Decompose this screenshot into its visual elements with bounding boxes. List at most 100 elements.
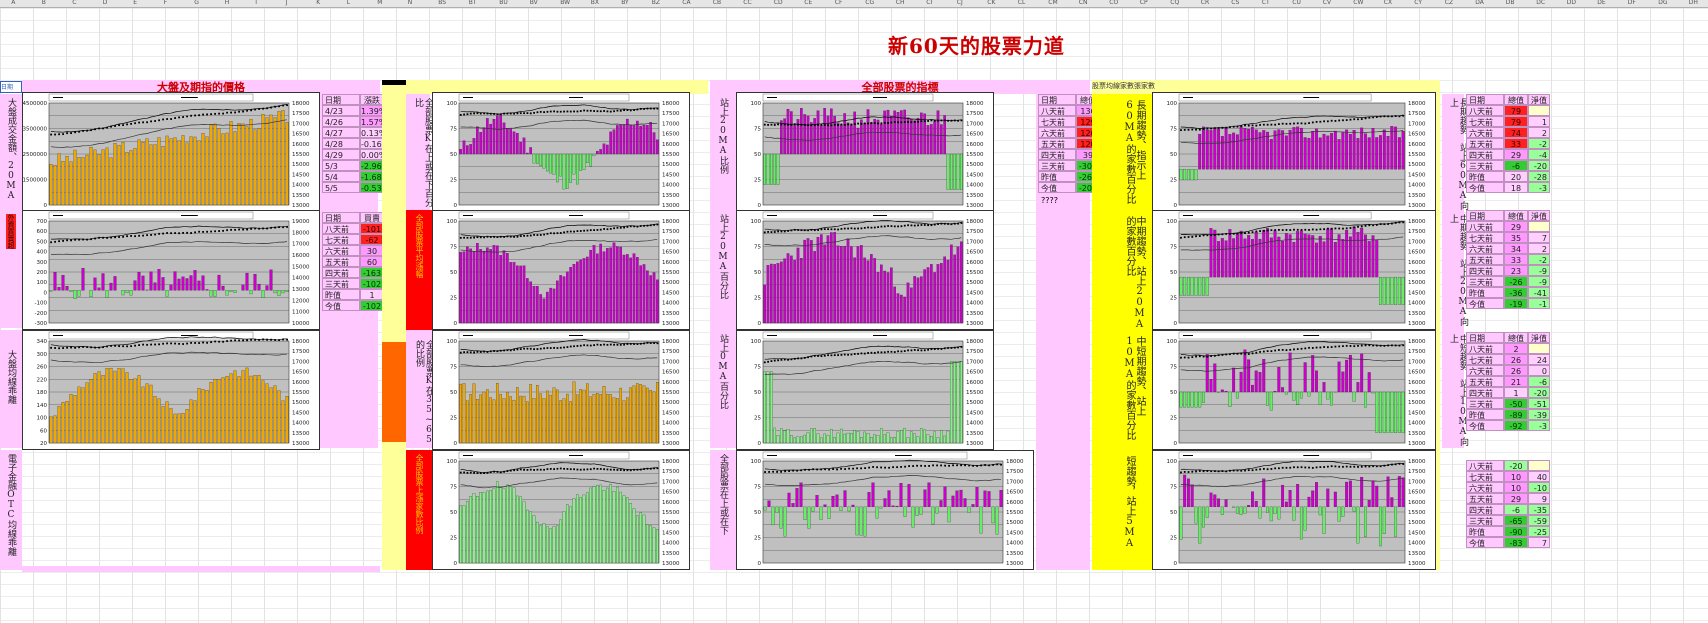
column-header[interactable]: J	[286, 0, 288, 6]
bar	[526, 401, 529, 444]
column-header[interactable]: CS	[1231, 0, 1239, 6]
bar	[1258, 238, 1262, 278]
column-header[interactable]: E	[133, 0, 137, 6]
column-header[interactable]: M	[377, 0, 382, 6]
price-dot	[619, 343, 622, 346]
column-header[interactable]: DE	[1597, 0, 1605, 6]
column-header[interactable]: CP	[1140, 0, 1148, 6]
column-header[interactable]: CX	[1384, 0, 1392, 6]
price-dot	[536, 468, 539, 471]
column-header[interactable]: I	[255, 0, 257, 6]
table-row: 四天前 23 -9	[1466, 265, 1550, 276]
column-header[interactable]: CO	[1109, 0, 1118, 6]
column-header[interactable]: CN	[1079, 0, 1088, 6]
column-header[interactable]: CU	[1292, 0, 1301, 6]
bar	[129, 379, 133, 444]
column-header[interactable]: CW	[1353, 0, 1363, 6]
column-header[interactable]: BW	[560, 0, 570, 6]
column-header[interactable]: CY	[1414, 0, 1422, 6]
price-dot	[1183, 236, 1186, 239]
bar	[1345, 230, 1349, 278]
column-header[interactable]: CT	[1262, 0, 1270, 6]
chart-all-adv[interactable]: 18000 17500 17000 16500 16000 15500 15000 14500…	[432, 210, 690, 330]
column-header[interactable]: L	[347, 0, 350, 6]
column-header[interactable]: DG	[1658, 0, 1667, 6]
column-header[interactable]: CM	[1048, 0, 1057, 6]
price-dot	[190, 232, 192, 234]
chart-p4-1[interactable]: 18000 17500 17000 16500 16000 15500 15000 14500…	[1152, 92, 1436, 212]
bar	[639, 384, 642, 444]
column-header[interactable]: F	[164, 0, 167, 6]
active-cell[interactable]: 日期	[0, 81, 22, 93]
bar	[1348, 236, 1352, 278]
panel2-side-3: 全部股票K在35~65的比例	[406, 330, 434, 448]
column-header[interactable]: CJ	[957, 0, 963, 6]
column-header[interactable]: CC	[743, 0, 751, 6]
chart-bias[interactable]: 18000 17500 17000 16500 16000 15500 15000 14500…	[22, 330, 320, 450]
column-header[interactable]: CE	[804, 0, 812, 6]
price-dot	[603, 228, 605, 230]
column-header[interactable]: CD	[774, 0, 783, 6]
column-header[interactable]: BT	[469, 0, 477, 6]
bar	[900, 294, 903, 324]
column-header[interactable]: H	[225, 0, 230, 6]
column-header[interactable]: DD	[1567, 0, 1576, 6]
column-header[interactable]: CG	[865, 0, 874, 6]
chart-p3-3[interactable]: 18000 17500 17000 16500 16000 15500 15000 14500…	[736, 330, 994, 450]
chart-foreign-net[interactable]: 19000 18000 17000 16000 15000 14000 13000 12000…	[22, 210, 320, 330]
price-dot	[863, 226, 866, 229]
column-header[interactable]: CQ	[1170, 0, 1179, 6]
panel5-side-1: 長期趨勢、站上60MA向上	[1442, 94, 1468, 210]
chart-p4-4[interactable]: 18000 17500 17000 16500 16000 15500 15000 14500…	[1152, 450, 1436, 570]
table-row: 昨值 20 -28	[1466, 171, 1550, 182]
column-header[interactable]: BU	[499, 0, 508, 6]
column-header[interactable]: CR	[1201, 0, 1209, 6]
chart-p3-2[interactable]: 18000 17500 17000 16500 16000 15500 15000 14500…	[736, 210, 994, 330]
column-header[interactable]: A	[11, 0, 15, 6]
chart-p4-3[interactable]: 18000 17500 17000 16500 16000 15500 15000 14500…	[1152, 330, 1436, 450]
column-header[interactable]: CI	[926, 0, 932, 6]
column-header[interactable]: DC	[1536, 0, 1545, 6]
column-header[interactable]: CL	[1018, 0, 1026, 6]
price-dot	[186, 231, 188, 234]
column-header[interactable]: CB	[713, 0, 721, 6]
chart-taiex-volume[interactable]: 18000 17500 17000 16500 16000 15500 15000 14500…	[22, 92, 320, 212]
column-header[interactable]: CZ	[1445, 0, 1453, 6]
axis-tick-label: 13500	[1408, 431, 1426, 437]
bar	[833, 437, 836, 444]
column-header[interactable]: G	[194, 0, 199, 6]
chart-all-up[interactable]: 18000 17500 17000 16500 16000 15500 15000 14500…	[432, 450, 690, 570]
column-header[interactable]: BS	[438, 0, 446, 6]
column-header[interactable]: DB	[1506, 0, 1515, 6]
column-header[interactable]: CA	[682, 0, 690, 6]
column-header[interactable]: K	[316, 0, 320, 6]
price-dot	[549, 110, 552, 113]
chart-all-k35[interactable]: 18000 17500 17000 16500 16000 15500 15000 14500…	[432, 330, 690, 450]
column-header[interactable]: BX	[591, 0, 599, 6]
column-header[interactable]: BZ	[652, 0, 660, 6]
column-header[interactable]: D	[103, 0, 108, 6]
column-header[interactable]: DH	[1689, 0, 1698, 6]
row-net: -59	[1528, 515, 1550, 526]
column-header[interactable]: CK	[987, 0, 995, 6]
column-header[interactable]: BY	[621, 0, 628, 6]
price-dot	[1308, 346, 1310, 349]
column-header[interactable]: CF	[835, 0, 843, 6]
column-header[interactable]: C	[72, 0, 76, 6]
column-header[interactable]: CH	[896, 0, 905, 6]
column-header[interactable]: CV	[1323, 0, 1331, 6]
column-header[interactable]: N	[408, 0, 413, 6]
bar	[1179, 276, 1183, 296]
column-header[interactable]: DF	[1628, 0, 1636, 6]
bar	[562, 398, 566, 444]
chart-p4-2[interactable]: 18000 17500 17000 16500 16000 15500 15000 14500…	[1152, 210, 1436, 330]
chart-p3-1[interactable]: 18000 17500 17000 16500 16000 15500 15000 14500…	[736, 92, 994, 212]
axis-tick-label: 16500	[292, 370, 310, 376]
axis-tick-label: 15000	[662, 280, 680, 286]
panel1-side-4: 電子金融OTC均線乖離	[0, 450, 22, 570]
chart-all-k[interactable]: 18000 17500 17000 16500 16000 15500 15000 14500…	[432, 92, 690, 212]
column-header[interactable]: B	[42, 0, 46, 6]
column-header[interactable]: DA	[1475, 0, 1484, 6]
column-header[interactable]: BV	[530, 0, 538, 6]
chart-p3-4[interactable]: 18000 17500 17000 16500 16000 15500 15000 14500…	[736, 450, 1034, 570]
